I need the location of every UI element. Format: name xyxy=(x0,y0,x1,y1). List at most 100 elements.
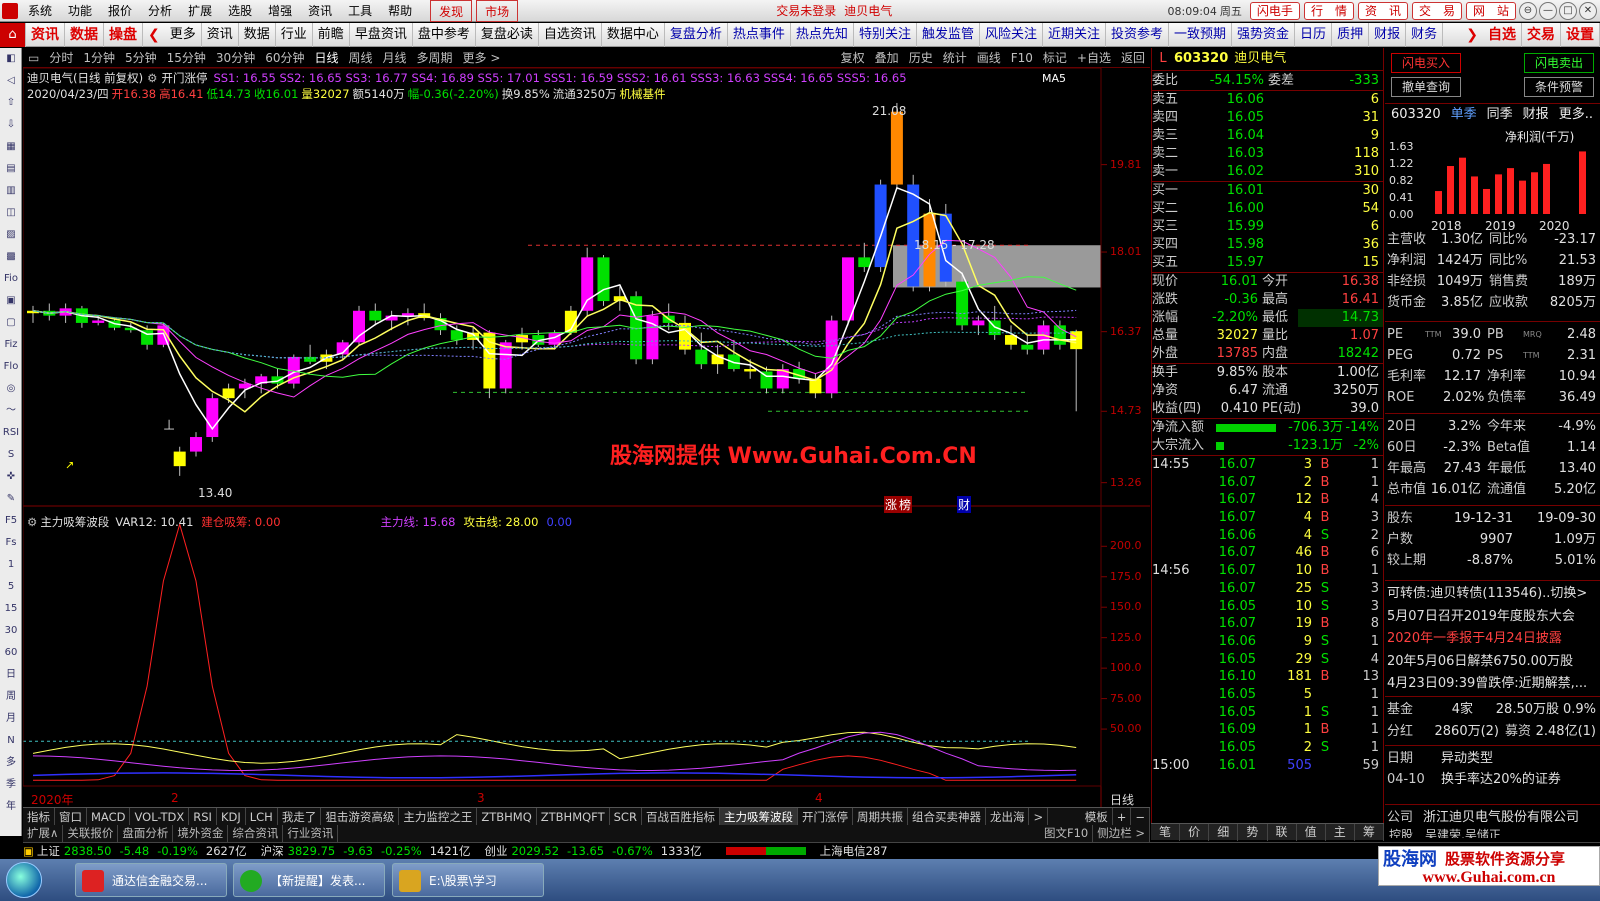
cond-alert-button[interactable]: 条件预警 xyxy=(1524,77,1594,97)
news-item-1[interactable]: 5月07日召开2019年度股东大会 xyxy=(1385,606,1600,629)
menu-item-7[interactable]: 资讯 xyxy=(300,0,340,22)
left-tool-10-icon[interactable]: Fio xyxy=(0,268,22,290)
badge-list[interactable]: 榜 xyxy=(898,496,913,513)
menu-market[interactable]: 市场 xyxy=(476,0,519,22)
toolbar-item-1[interactable]: 资讯 xyxy=(202,22,239,47)
flash-buy-button[interactable]: 闪电买入 xyxy=(1391,53,1461,73)
settings-icon[interactable]: ⚙ xyxy=(27,515,37,529)
left-tool-9-icon[interactable]: ▩ xyxy=(0,246,22,268)
f10-tab-3[interactable]: 更多.. xyxy=(1554,104,1598,126)
news-item-4[interactable]: 4月23日09:39曾跌停:近期解禁,... xyxy=(1385,673,1600,696)
period-tab-10[interactable]: 更多 > xyxy=(458,48,506,68)
toolbar-hot-1[interactable]: 数据 xyxy=(65,22,104,47)
f10-tab-0[interactable]: 单季 xyxy=(1446,104,1482,126)
chart-tool-4[interactable]: 画线 xyxy=(972,48,1006,68)
quote-tab-0[interactable]: 笔 xyxy=(1151,823,1181,841)
indicator-tab-item-17[interactable]: 组合买卖神器 xyxy=(908,807,986,826)
top-button-2[interactable]: 资 讯 xyxy=(1357,2,1408,20)
indicator-tab-item-18[interactable]: 龙出海 xyxy=(986,807,1030,826)
period-tab-1[interactable]: 1分钟 xyxy=(78,48,120,68)
period-tab-9[interactable]: 多周期 xyxy=(412,48,458,68)
toolbar-item-8[interactable]: 自选资讯 xyxy=(539,22,602,47)
indicator-right-2[interactable]: − xyxy=(1131,807,1150,826)
menu-item-0[interactable]: 系统 xyxy=(20,0,60,22)
order-query-button[interactable]: 撤单查询 xyxy=(1391,77,1461,97)
indicator-right-1[interactable]: + xyxy=(1113,807,1132,826)
left-tool-13-icon[interactable]: Fiz xyxy=(0,334,22,356)
home-icon[interactable]: ⌂ xyxy=(0,22,26,47)
left-tool-15-icon[interactable]: ◎ xyxy=(0,378,22,400)
task-button-1[interactable]: 【新提醒】发表... xyxy=(233,863,385,897)
toolbar-item-12[interactable]: 热点先知 xyxy=(791,22,854,47)
toolbar-item-20[interactable]: 日历 xyxy=(1295,22,1333,47)
quote-tab-4[interactable]: 联 xyxy=(1268,823,1297,841)
left-tool-18-icon[interactable]: S xyxy=(0,444,22,466)
task-button-2[interactable]: E:\股票\学习 xyxy=(392,863,544,897)
chevron-right-icon[interactable]: ❯ xyxy=(1461,23,1483,47)
left-tool-26-icon[interactable]: 30 xyxy=(0,620,22,642)
left-tool-28-icon[interactable]: 日 xyxy=(0,664,22,686)
layout-icon[interactable]: ▭ xyxy=(23,48,44,68)
toolbar-item-7[interactable]: 复盘必读 xyxy=(476,22,539,47)
quote-tab-2[interactable]: 细 xyxy=(1209,823,1239,841)
indicator-tab-item-19[interactable]: > xyxy=(1029,807,1049,826)
left-tool-23-icon[interactable]: 1 xyxy=(0,554,22,576)
indicator-tab-macd-2[interactable]: MACD xyxy=(87,807,131,826)
toolbar-item-21[interactable]: 质押 xyxy=(1332,22,1370,47)
left-tool-33-icon[interactable]: 季 xyxy=(0,774,22,796)
toolbar-item-17[interactable]: 投资参考 xyxy=(1106,22,1170,47)
toolbar-item-10[interactable]: 复盘分析 xyxy=(665,22,728,47)
left-tool-25-icon[interactable]: 15 xyxy=(0,598,22,620)
left-tool-5-icon[interactable]: ▤ xyxy=(0,158,22,180)
left-tool-20-icon[interactable]: ✎ xyxy=(0,488,22,510)
chart-tool-3[interactable]: 统计 xyxy=(938,48,972,68)
menu-discover[interactable]: 发现 xyxy=(430,0,473,22)
indicator-right-0[interactable]: 模板 xyxy=(1081,807,1113,826)
ext-tab-2[interactable]: 盘面分析 xyxy=(118,825,174,842)
left-tool-16-icon[interactable]: 〜 xyxy=(0,400,22,422)
left-tool-27-icon[interactable]: 60 xyxy=(0,642,22,664)
indicator-tab-kdj-5[interactable]: KDJ xyxy=(217,807,246,826)
left-tool-21-icon[interactable]: F5 xyxy=(0,510,22,532)
flash-sell-button[interactable]: 闪电卖出 xyxy=(1524,53,1594,73)
quote-tab-1[interactable]: 价 xyxy=(1180,823,1210,841)
chart-tool-5[interactable]: F10 xyxy=(1006,48,1038,68)
toolbar-item-22[interactable]: 财报 xyxy=(1369,22,1407,47)
indicator-tab-item-9[interactable]: 主力监控之王 xyxy=(399,807,478,826)
indicator-tab-item-0[interactable]: 指标 xyxy=(23,807,55,826)
period-tab-4[interactable]: 30分钟 xyxy=(211,48,260,68)
period-tab-6[interactable]: 日线 xyxy=(309,48,343,68)
toolbar-item-2[interactable]: 数据 xyxy=(239,22,276,47)
indicator-tab-vol-tdx-3[interactable]: VOL-TDX xyxy=(130,807,190,826)
toolbar-right-1[interactable]: 交易 xyxy=(1522,22,1561,47)
toolbar-hot-2[interactable]: 操盘 xyxy=(104,22,143,47)
left-tool-11-icon[interactable]: ▣ xyxy=(0,290,22,312)
left-tool-4-icon[interactable]: ▦ xyxy=(0,136,22,158)
period-tab-7[interactable]: 周线 xyxy=(344,48,378,68)
chevron-left-icon[interactable]: ❮ xyxy=(143,23,165,47)
toolbar-item-0[interactable]: 更多 xyxy=(165,22,202,47)
menu-item-6[interactable]: 增强 xyxy=(260,0,300,22)
chart-tool-6[interactable]: 标记 xyxy=(1038,48,1072,68)
toolbar-item-5[interactable]: 早盘资讯 xyxy=(350,22,413,47)
toolbar-item-3[interactable]: 行业 xyxy=(276,22,313,47)
left-tool-29-icon[interactable]: 周 xyxy=(0,686,22,708)
start-button-icon[interactable] xyxy=(6,862,42,898)
quote-tab-5[interactable]: 值 xyxy=(1297,823,1326,841)
indicator-tab-ztbhmq-10[interactable]: ZTBHMQ xyxy=(477,807,537,826)
news-item-0[interactable]: 可转债:迪贝转债(113546)..切换> xyxy=(1385,583,1600,606)
left-tool-6-icon[interactable]: ▥ xyxy=(0,180,22,202)
toolbar-item-9[interactable]: 数据中心 xyxy=(602,22,665,47)
left-tool-30-icon[interactable]: 月 xyxy=(0,708,22,730)
menu-item-4[interactable]: 扩展 xyxy=(180,0,220,22)
menu-item-8[interactable]: 工具 xyxy=(340,0,380,22)
toolbar-item-13[interactable]: 特别关注 xyxy=(854,22,917,47)
chart-tool-2[interactable]: 历史 xyxy=(904,48,938,68)
left-tool-17-icon[interactable]: RSI xyxy=(0,422,22,444)
left-tool-3-icon[interactable]: ⇩ xyxy=(0,114,22,136)
toolbar-item-16[interactable]: 近期关注 xyxy=(1043,22,1106,47)
ext-right-1[interactable]: 侧边栏 > xyxy=(1093,825,1150,842)
period-tab-5[interactable]: 60分钟 xyxy=(260,48,309,68)
left-tool-31-icon[interactable]: N xyxy=(0,730,22,752)
toolbar-right-2[interactable]: 设置 xyxy=(1561,22,1600,47)
